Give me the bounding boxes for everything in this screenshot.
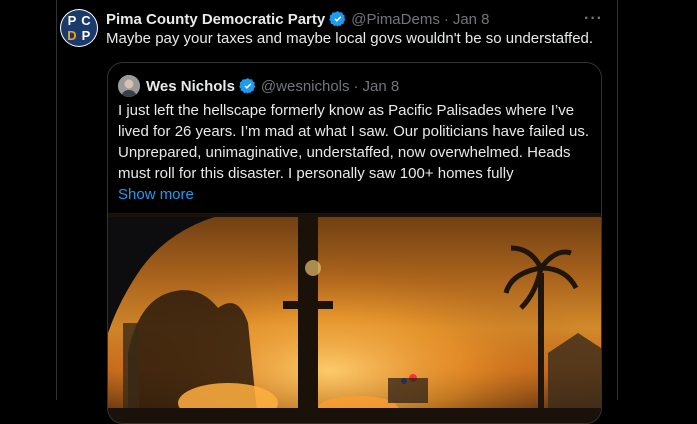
quote-text-line: must roll for this disaster. I personall… (118, 165, 514, 182)
tweet-text: Maybe pay your taxes and maybe local gov… (106, 30, 594, 47)
pcdp-logo: P C D P (61, 10, 97, 46)
author-handle[interactable]: @PimaDems (351, 11, 440, 28)
avatar-letter-d: D (67, 28, 77, 43)
avatar-letter-c: C (81, 13, 91, 28)
quote-author-name[interactable]: Wes Nichols (146, 78, 235, 95)
author-avatar[interactable]: P C D P (60, 9, 98, 47)
verified-badge-icon[interactable] (239, 77, 257, 95)
quote-text-line: Unprepared, unimaginative, understaffed,… (118, 144, 571, 161)
tweet-date[interactable]: Jan 8 (453, 11, 490, 28)
verified-badge-icon[interactable] (329, 10, 347, 28)
person-photo-icon (118, 75, 140, 97)
more-horizontal-icon[interactable]: ··· (584, 10, 603, 28)
quote-date[interactable]: Jan 8 (363, 78, 400, 95)
quote-media-video[interactable] (108, 213, 601, 423)
avatar-letter-p2: P (81, 28, 91, 43)
tweet-header: Pima County Democratic Party @PimaDems ·… (106, 9, 490, 29)
quote-text: I just left the hellscape formerly know … (118, 100, 596, 205)
quote-author-avatar[interactable] (118, 75, 140, 97)
quote-header-separator: · (353, 77, 359, 95)
author-name[interactable]: Pima County Democratic Party (106, 11, 325, 28)
quote-header: Wes Nichols @wesnichols · Jan 8 (146, 76, 399, 96)
quote-author-handle[interactable]: @wesnichols (261, 78, 350, 95)
avatar-letter-p: P (67, 13, 77, 28)
show-more-link[interactable]: Show more (118, 186, 194, 203)
wildfire-scene-image (108, 213, 601, 423)
quote-text-line: lived for 26 years. I’m mad at what I sa… (118, 123, 590, 140)
quoted-tweet[interactable]: Wes Nichols @wesnichols · Jan 8 I just l… (107, 62, 602, 424)
quote-text-line: I just left the hellscape formerly know … (118, 102, 575, 119)
header-separator: · (443, 10, 449, 28)
